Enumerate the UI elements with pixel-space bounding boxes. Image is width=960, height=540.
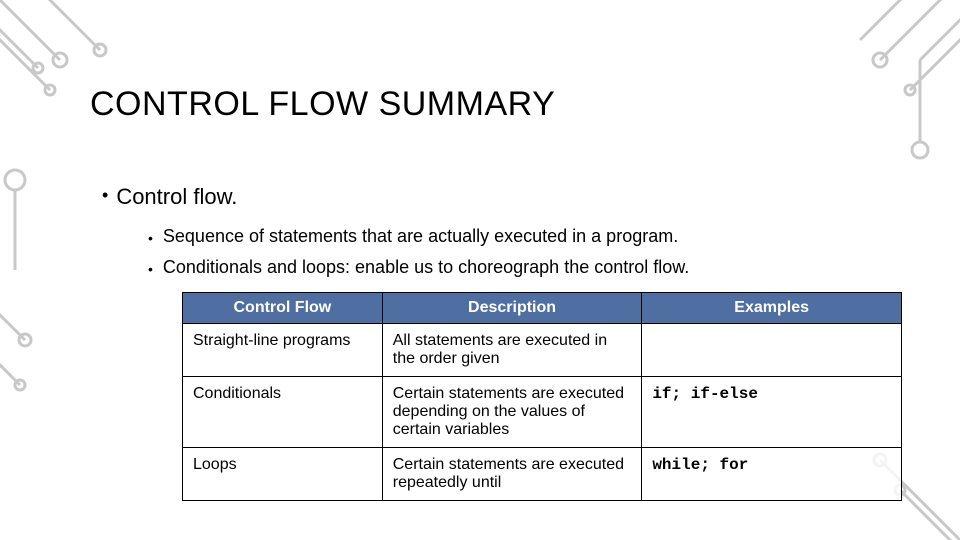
- sub-bullet-text: Conditionals and loops: enable us to cho…: [163, 257, 689, 278]
- cell-examples: [642, 324, 902, 377]
- cell-examples: while; for: [642, 448, 902, 501]
- table-row: Conditionals Certain statements are exec…: [183, 377, 902, 448]
- sub-bullet-text: Sequence of statements that are actually…: [163, 226, 678, 247]
- bullet-dot: •: [148, 261, 153, 277]
- table-header: Control Flow: [183, 293, 383, 324]
- sub-bullet: • Sequence of statements that are actual…: [148, 226, 890, 247]
- table-row: Loops Certain statements are executed re…: [183, 448, 902, 501]
- bullet-dot: •: [102, 186, 108, 204]
- cell-description: All statements are executed in the order…: [382, 324, 642, 377]
- bullet-main: • Control flow.: [102, 184, 890, 210]
- table-header: Description: [382, 293, 642, 324]
- circuit-decoration-left: [0, 150, 55, 410]
- cell-description: Certain statements are executed repeated…: [382, 448, 642, 501]
- cell-examples: if; if-else: [642, 377, 902, 448]
- table-row: Straight-line programs All statements ar…: [183, 324, 902, 377]
- sub-bullet: • Conditionals and loops: enable us to c…: [148, 257, 890, 278]
- bullet-list: • Control flow. • Sequence of statements…: [102, 184, 890, 278]
- table-header: Examples: [642, 293, 902, 324]
- page-title: CONTROL FLOW SUMMARY: [90, 85, 890, 124]
- cell-flow: Conditionals: [183, 377, 383, 448]
- bullet-dot: •: [148, 230, 153, 246]
- control-flow-table: Control Flow Description Examples Straig…: [182, 292, 902, 501]
- bullet-main-text: Control flow.: [116, 184, 237, 210]
- cell-flow: Loops: [183, 448, 383, 501]
- cell-description: Certain statements are executed dependin…: [382, 377, 642, 448]
- cell-flow: Straight-line programs: [183, 324, 383, 377]
- table-header-row: Control Flow Description Examples: [183, 293, 902, 324]
